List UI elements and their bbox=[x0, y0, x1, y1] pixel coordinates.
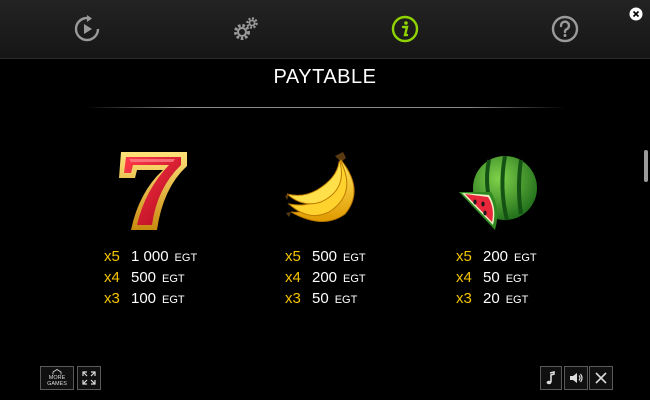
currency: EGT bbox=[343, 252, 366, 264]
pay-row: x5 1 000 EGT bbox=[104, 246, 244, 267]
payout-amount: 500 bbox=[312, 248, 338, 265]
pay-row: x3 100 EGT bbox=[104, 288, 244, 309]
payout-amount: 200 bbox=[312, 269, 338, 286]
more-games-label-2: GAMES bbox=[47, 381, 67, 387]
currency: EGT bbox=[162, 294, 185, 306]
multiplier: x5 bbox=[104, 248, 120, 265]
symbol-seven bbox=[113, 148, 193, 233]
music-toggle-button[interactable] bbox=[540, 366, 562, 390]
title-divider bbox=[85, 107, 565, 108]
gears-icon bbox=[234, 17, 258, 40]
multiplier: x5 bbox=[285, 248, 301, 265]
fullscreen-button[interactable] bbox=[77, 366, 101, 390]
multiplier: x5 bbox=[456, 248, 472, 265]
payout-amount: 20 bbox=[483, 290, 500, 307]
currency: EGT bbox=[514, 252, 537, 264]
info-button[interactable] bbox=[388, 12, 422, 46]
close-paytable-button[interactable] bbox=[589, 366, 613, 390]
currency: EGT bbox=[162, 273, 185, 285]
close-window-button[interactable] bbox=[628, 6, 644, 22]
payout-amount: 500 bbox=[131, 269, 157, 286]
multiplier: x4 bbox=[285, 269, 301, 286]
close-icon bbox=[595, 372, 607, 384]
close-circle-icon bbox=[629, 7, 643, 21]
pays-watermelon: x5 200 EGT x4 50 EGT x3 20 EGT bbox=[456, 246, 596, 309]
replay-play-icon bbox=[74, 15, 100, 42]
payout-amount: 200 bbox=[483, 248, 509, 265]
pay-row: x4 500 EGT bbox=[104, 267, 244, 288]
banana-icon bbox=[285, 152, 355, 222]
pay-row: x4 50 EGT bbox=[456, 267, 596, 288]
sound-toggle-button[interactable] bbox=[564, 366, 588, 390]
more-games-button[interactable]: MORE GAMES bbox=[40, 366, 74, 390]
pay-row: x5 200 EGT bbox=[456, 246, 596, 267]
payout-amount: 1 000 bbox=[131, 248, 169, 265]
payout-amount: 50 bbox=[483, 269, 500, 286]
pays-banana: x5 500 EGT x4 200 EGT x3 50 EGT bbox=[285, 246, 425, 309]
lucky-seven-icon bbox=[119, 152, 187, 230]
scrollbar-thumb[interactable] bbox=[644, 150, 648, 182]
currency: EGT bbox=[505, 294, 529, 306]
pay-row: x4 200 EGT bbox=[285, 267, 425, 288]
pays-seven: x5 1 000 EGT x4 500 EGT x3 100 EGT bbox=[104, 246, 244, 309]
multiplier: x4 bbox=[456, 269, 472, 286]
speaker-icon bbox=[570, 373, 583, 383]
payout-amount: 100 bbox=[131, 290, 157, 307]
multiplier: x3 bbox=[104, 290, 120, 307]
symbol-watermelon bbox=[455, 152, 539, 232]
currency: EGT bbox=[343, 273, 366, 285]
symbol-banana bbox=[283, 150, 367, 230]
currency: EGT bbox=[505, 273, 529, 285]
top-nav-bar bbox=[0, 0, 650, 59]
currency: EGT bbox=[334, 294, 358, 306]
pay-row: x3 50 EGT bbox=[285, 288, 425, 309]
page-title: PAYTABLE bbox=[273, 66, 377, 88]
multiplier: x3 bbox=[285, 290, 301, 307]
question-icon bbox=[551, 15, 579, 43]
pay-row: x5 500 EGT bbox=[285, 246, 425, 267]
expand-icon bbox=[82, 371, 96, 385]
info-icon bbox=[391, 15, 419, 43]
autoplay-button[interactable] bbox=[70, 12, 104, 46]
payout-amount: 50 bbox=[312, 290, 329, 307]
multiplier: x3 bbox=[456, 290, 472, 307]
music-note-icon bbox=[546, 370, 555, 385]
pay-row: x3 20 EGT bbox=[456, 288, 596, 309]
help-button[interactable] bbox=[548, 12, 582, 46]
watermelon-icon bbox=[459, 155, 537, 230]
settings-button[interactable] bbox=[229, 12, 263, 46]
multiplier: x4 bbox=[104, 269, 120, 286]
currency: EGT bbox=[174, 252, 198, 264]
